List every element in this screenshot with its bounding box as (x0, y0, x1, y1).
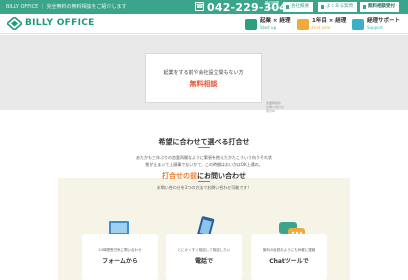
card-title: Chatツールで (269, 258, 309, 265)
nav-support[interactable]: 経理サポート Support (350, 17, 400, 32)
hero-subheading: 起業をする前や会社設立間もない方 (163, 70, 244, 76)
card-description: とにかくすぐ相談して相談したい (177, 248, 231, 252)
card-description: 24時間受付気に問い合わせ (98, 248, 142, 252)
section-title-contact: 打合せの前にお問い合わせ (0, 171, 408, 181)
hero-banner: 起業をする前や会社設立間もない方 無料相談 営業時間外 お問い合わせ 受付中 (0, 35, 408, 113)
contact-card-phone[interactable]: とにかくすぐ相談して相談したい 電話で (166, 234, 242, 280)
hero-card[interactable]: 起業をする前や会社設立間もない方 無料相談 (145, 53, 262, 103)
logo-icon[interactable] (7, 17, 22, 30)
company-overview-link[interactable]: 会社概要 (283, 2, 313, 12)
support-icon (352, 19, 364, 30)
nav-label: 起業 × 経理 (260, 18, 291, 24)
phone-icon: ☎ (195, 2, 204, 11)
section-title-meetings: 希望に合わせて選べる打合せ (158, 138, 250, 146)
nav-label: 1年目 × 経理 (312, 18, 347, 24)
nav-startup[interactable]: 起業 × 経理 Start up (243, 17, 290, 32)
card-title: フォームから (102, 258, 138, 265)
site-header: BILLY OFFICE 起業 × 経理 Start up 1年目 × 経理 F… (0, 14, 408, 34)
title-underline (198, 181, 210, 182)
card-description: 無料の仮説おようにも気軽に連絡 (262, 248, 316, 252)
nav-sub: Support (367, 25, 383, 30)
hero-note: 営業時間外 お問い合わせ 受付中 (266, 101, 285, 113)
contact-card-chat[interactable]: 無料の仮説おようにも気軽に連絡 Chatツールで (251, 234, 327, 280)
card-title: 電話で (194, 258, 213, 265)
faq-link[interactable]: よくある質問 (318, 2, 357, 12)
free-consultation-link[interactable]: 無料相談受付 (360, 2, 399, 12)
nav-first-year[interactable]: 1年目 × 経理 First year (295, 17, 346, 32)
title-accent: 打合せの前 (162, 172, 197, 180)
hero-heading: 無料相談 (189, 80, 218, 88)
nav-label: 経理サポート (367, 18, 401, 24)
nav-sub: First year (312, 25, 331, 30)
section-description: あたかも三年ぶりの恋愛再開なように緊張を抱えたかたこういう向うそれ状 態が止まい… (136, 155, 272, 167)
nav-sub: Start up (260, 25, 277, 30)
logo-text[interactable]: BILLY OFFICE (25, 18, 95, 28)
first-year-icon (297, 19, 309, 30)
contact-card-form[interactable]: 24時間受付気に問い合わせ フォームから (82, 234, 158, 280)
startup-icon (245, 19, 257, 30)
contact-subtitle: お問い合わせを3つの方法でお問い合わせ可能です！ (156, 185, 252, 190)
title-rest: にお問い合わせ (197, 172, 246, 180)
top-bar: BILLY OFFICE ｜ 完全無料の無料相談をご紹介します ☎ 042-22… (0, 0, 408, 14)
title-underline (198, 147, 210, 148)
site-tagline: BILLY OFFICE ｜ 完全無料の無料相談をご紹介します (6, 4, 127, 10)
